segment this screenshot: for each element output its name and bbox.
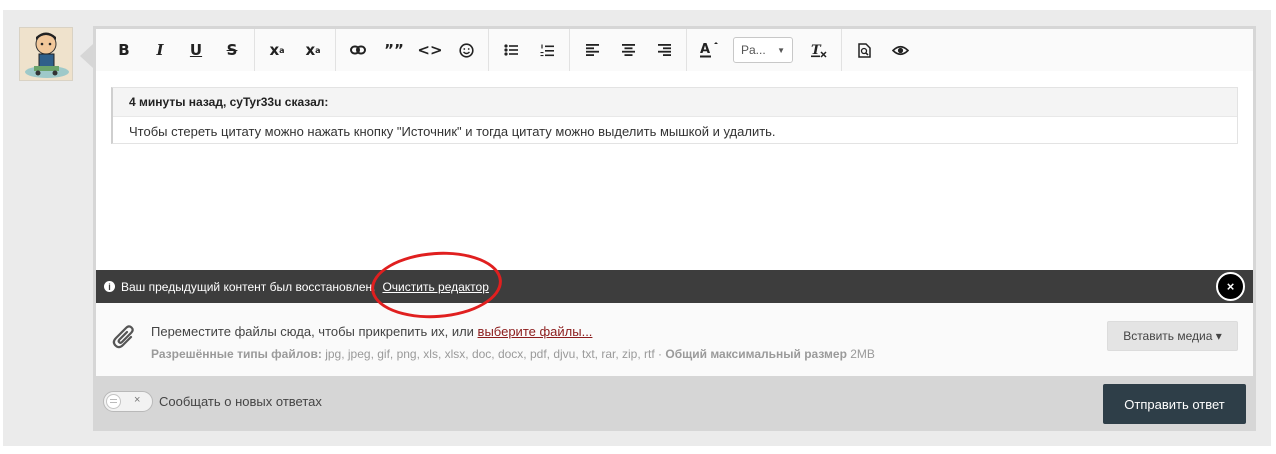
chevron-down-icon: ▼ <box>777 45 785 55</box>
align-right-icon <box>657 44 671 56</box>
svg-text:A: A <box>700 42 710 57</box>
align-right-button[interactable] <box>646 34 682 66</box>
rich-text-editor[interactable]: B I U S xa xa ”” <> A Pa... ▼ T 4 минуты… <box>96 29 1253 376</box>
eye-icon <box>891 45 909 55</box>
paperclip-icon <box>112 325 134 349</box>
document-preview-icon <box>857 42 871 58</box>
clear-formatting-button[interactable]: T <box>801 34 837 66</box>
view-source-button[interactable] <box>882 34 918 66</box>
align-center-icon <box>621 44 635 56</box>
link-icon <box>350 45 366 55</box>
superscript-small: a <box>315 45 321 55</box>
max-size-label: Общий максимальный размер <box>665 347 847 361</box>
quote-header: 4 минуты назад, cyTyr33u сказал: <box>113 88 1237 117</box>
numbered-list-button[interactable] <box>529 34 565 66</box>
bulleted-list-button[interactable] <box>493 34 529 66</box>
toolbar-group-align <box>570 29 687 71</box>
attachment-area[interactable]: Переместите файлы сюда, чтобы прикрепить… <box>96 303 1253 376</box>
allowed-file-types: Разрешённые типы файлов: jpg, jpeg, gif,… <box>151 347 875 361</box>
toggle-knob <box>106 394 121 409</box>
align-left-icon <box>585 44 599 56</box>
subscript-small: a <box>279 45 285 55</box>
subscript-button[interactable]: xa <box>259 34 295 66</box>
link-button[interactable] <box>340 34 376 66</box>
font-size-select[interactable]: Pa... ▼ <box>733 37 793 63</box>
close-icon: × <box>1226 279 1235 294</box>
submit-reply-button[interactable]: Отправить ответ <box>1103 384 1246 424</box>
toolbar-group-format: B I U S <box>102 29 255 71</box>
strikethrough-button[interactable]: S <box>214 34 250 66</box>
superscript-button[interactable]: xa <box>295 34 331 66</box>
text-color-icon: A <box>700 42 718 58</box>
toggle-off-icon: × <box>134 394 141 406</box>
numbered-list-icon <box>540 44 554 56</box>
attach-prompt: Переместите файлы сюда, чтобы прикрепить… <box>151 324 592 339</box>
avatar-image <box>20 28 72 80</box>
quote-block[interactable]: 4 минуты назад, cyTyr33u сказал: Чтобы с… <box>111 87 1238 144</box>
preview-button[interactable] <box>846 34 882 66</box>
align-center-button[interactable] <box>610 34 646 66</box>
notify-toggle[interactable]: × <box>103 391 153 412</box>
info-icon: i <box>104 281 115 292</box>
clear-editor-link[interactable]: Очистить редактор <box>382 280 488 294</box>
toolbar-group-lists <box>489 29 570 71</box>
restore-message: Ваш предыдущий контент был восстановлен. <box>121 279 376 294</box>
bulleted-list-icon <box>504 44 518 56</box>
attach-prompt-text: Переместите файлы сюда, чтобы прикрепить… <box>151 324 478 339</box>
smiley-icon <box>458 42 474 58</box>
editor-toolbar: B I U S xa xa ”” <> A Pa... ▼ T <box>96 29 1253 71</box>
align-left-button[interactable] <box>574 34 610 66</box>
toolbar-group-insert: ”” <> <box>336 29 489 71</box>
code-button[interactable]: <> <box>412 34 448 66</box>
content-restored-bar: i Ваш предыдущий контент был восстановле… <box>96 270 1253 303</box>
quote-button[interactable]: ”” <box>376 34 412 66</box>
font-size-value: Pa... <box>741 43 766 57</box>
subscript-glyph: x <box>269 41 280 59</box>
file-types-list: jpg, jpeg, gif, png, xls, xlsx, doc, doc… <box>321 347 666 361</box>
bold-button[interactable]: B <box>106 34 142 66</box>
toolbar-group-style: A Pa... ▼ T <box>687 29 842 71</box>
notify-label: Сообщать о новых ответах <box>159 394 322 409</box>
underline-button[interactable]: U <box>178 34 214 66</box>
choose-files-link[interactable]: выберите файлы... <box>478 324 593 339</box>
file-types-label: Разрешённые типы файлов: <box>151 347 322 361</box>
text-color-button[interactable]: A <box>691 34 727 66</box>
reply-editor-container: B I U S xa xa ”” <> A Pa... ▼ T 4 минуты… <box>93 26 1256 431</box>
superscript-glyph: x <box>305 41 316 59</box>
avatar-pointer <box>80 44 93 68</box>
insert-media-button[interactable]: Вставить медиа ▾ <box>1107 321 1238 351</box>
reply-footer: × Сообщать о новых ответах Отправить отв… <box>93 376 1256 431</box>
avatar[interactable] <box>19 27 73 81</box>
clear-formatting-icon: T <box>811 43 827 58</box>
toolbar-group-script: xa xa <box>255 29 336 71</box>
quote-body: Чтобы стереть цитату можно нажать кнопку… <box>129 124 776 139</box>
toolbar-group-view <box>842 29 922 71</box>
italic-button[interactable]: I <box>142 34 178 66</box>
max-size-value: 2MB <box>846 347 875 361</box>
editor-content[interactable]: 4 минуты назад, cyTyr33u сказал: Чтобы с… <box>111 87 1238 144</box>
close-restore-bar-button[interactable]: × <box>1216 272 1245 301</box>
emoji-button[interactable] <box>448 34 484 66</box>
